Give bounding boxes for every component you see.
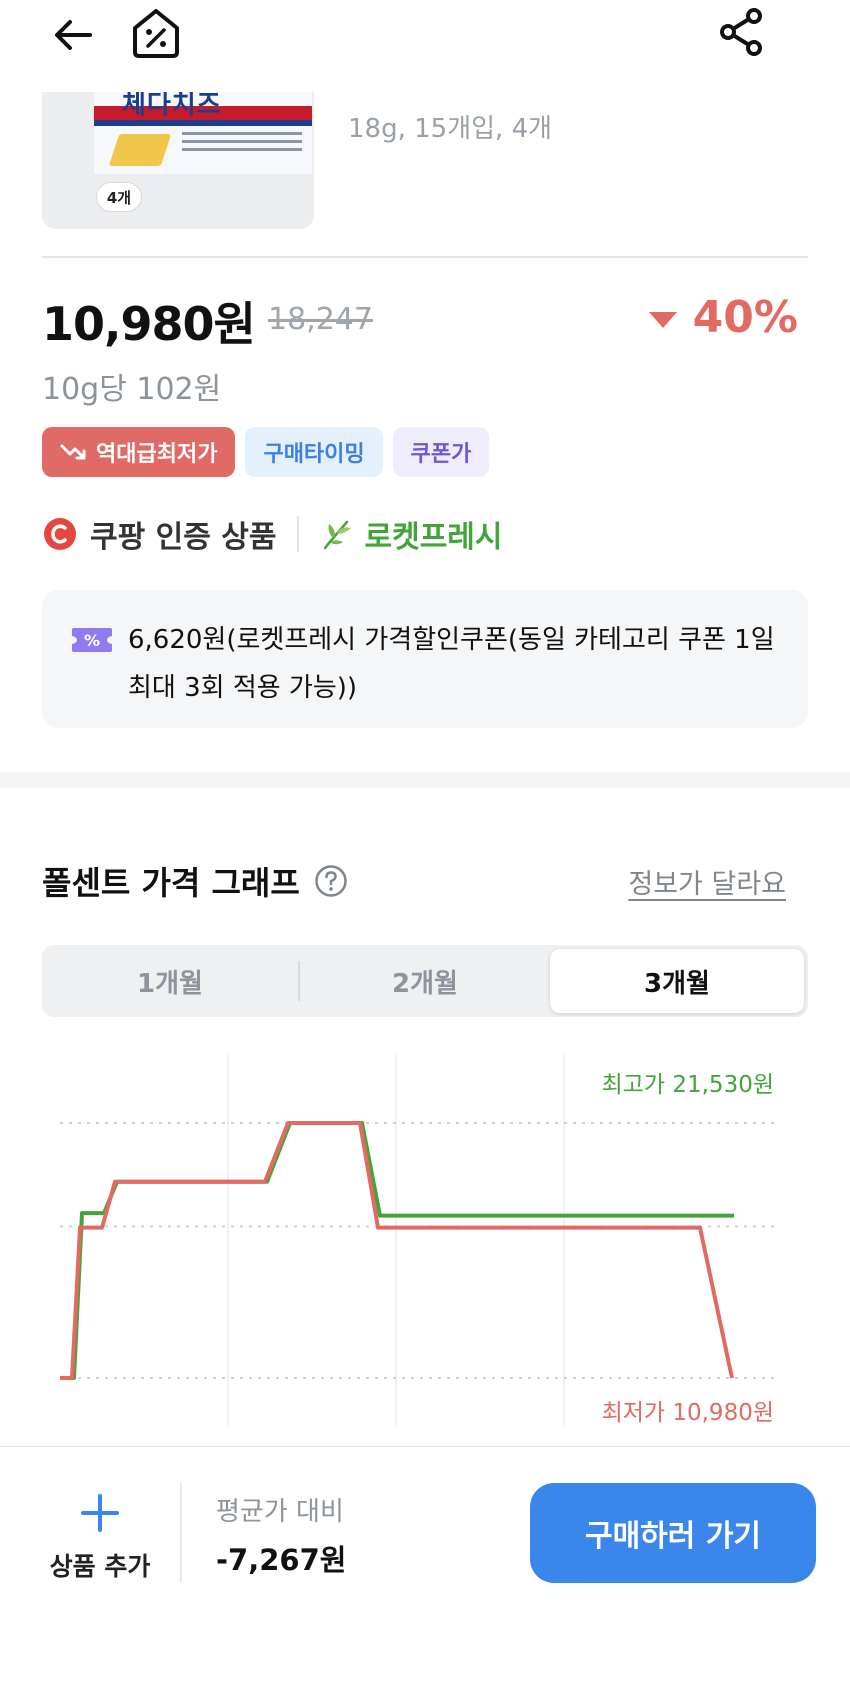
lowest-price-badge: 역대급최저가 (42, 427, 236, 477)
discount-value: 40% (692, 292, 798, 343)
price-history-chart (60, 1055, 778, 1425)
average-compare-label: 평균가 대비 (216, 1497, 344, 1527)
graph-title: 폴센트 가격 그래프 (42, 858, 348, 904)
svg-text:%: % (84, 631, 100, 650)
coupon-info-box: % 6,620원(로켓프레시 가격할인쿠폰(동일 카테고리 쿠폰 1일 최대 3… (42, 590, 808, 728)
section-divider (0, 772, 850, 788)
bottom-action-bar: 상품 추가 평균가 대비 -7,267원 구매하러 가기 (0, 1446, 850, 1689)
certification-row: 쿠팡 인증 상품 로켓프레시 (42, 510, 503, 558)
trend-down-icon (60, 444, 86, 460)
coupon-text: 6,620원(로켓프레시 가격할인쿠폰(동일 카테고리 쿠폰 1일 최대 3회 … (128, 625, 775, 703)
product-image[interactable]: 체다치즈 4개 (42, 92, 314, 229)
cheese-illustration (108, 134, 172, 166)
period-tabs: 1개월 2개월 3개월 (42, 945, 808, 1017)
coupon-icon: % (72, 628, 112, 652)
bottom-separator (180, 1483, 182, 1583)
top-bar (0, 0, 850, 92)
badge-label: 쿠폰가 (410, 442, 472, 467)
chart-min-label: 최저가 10,980원 (601, 1400, 774, 1426)
tab-3-month[interactable]: 3개월 (550, 949, 804, 1013)
original-price: 18,247 (268, 302, 373, 337)
product-summary: 체다치즈 4개 18g, 15개입, 4개 (0, 92, 850, 256)
coupang-certified-label: 쿠팡 인증 상품 (90, 520, 277, 555)
package-brand-text: 체다치즈 (122, 92, 222, 120)
plus-icon (81, 1494, 119, 1532)
badge-label: 역대급최저가 (96, 442, 218, 467)
badge-row: 역대급최저가 구매타이밍 쿠폰가 (42, 427, 490, 477)
rocket-fresh-label: 로켓프레시 (364, 520, 503, 555)
product-subtitle: 18g, 15개입, 4개 (348, 114, 553, 144)
tab-1-month[interactable]: 1개월 (42, 945, 298, 1017)
home-discount-icon[interactable] (130, 6, 182, 60)
discount-rate: 40% (648, 292, 798, 343)
coupon-price-badge: 쿠폰가 (392, 427, 490, 477)
unit-price: 10g당 102원 (42, 372, 222, 407)
divider (42, 256, 808, 258)
separator (296, 516, 299, 552)
coupang-certified-icon (44, 518, 76, 550)
add-product-label: 상품 추가 (49, 1552, 151, 1581)
quantity-badge: 4개 (96, 182, 142, 212)
price-series-line-green (62, 1121, 734, 1380)
chart-max-label: 최고가 21,530원 (601, 1072, 774, 1098)
down-triangle-icon (648, 311, 677, 328)
badge-label: 구매타이밍 (263, 442, 365, 467)
buy-timing-badge: 구매타이밍 (245, 427, 383, 477)
current-price: 10,980원 (42, 297, 256, 351)
back-arrow-icon[interactable] (50, 12, 96, 58)
help-icon[interactable] (314, 864, 348, 898)
share-icon[interactable] (718, 6, 766, 58)
leaf-icon (323, 520, 351, 550)
add-product-button[interactable]: 상품 추가 (40, 1493, 160, 1583)
tab-2-month[interactable]: 2개월 (300, 945, 550, 1017)
report-info-link[interactable]: 정보가 달라요 (628, 862, 786, 901)
package-fine-print (182, 132, 302, 162)
graph-title-text: 폴센트 가격 그래프 (42, 864, 300, 902)
average-compare-value: -7,267원 (216, 1543, 347, 1577)
buy-button[interactable]: 구매하러 가기 (530, 1483, 816, 1583)
